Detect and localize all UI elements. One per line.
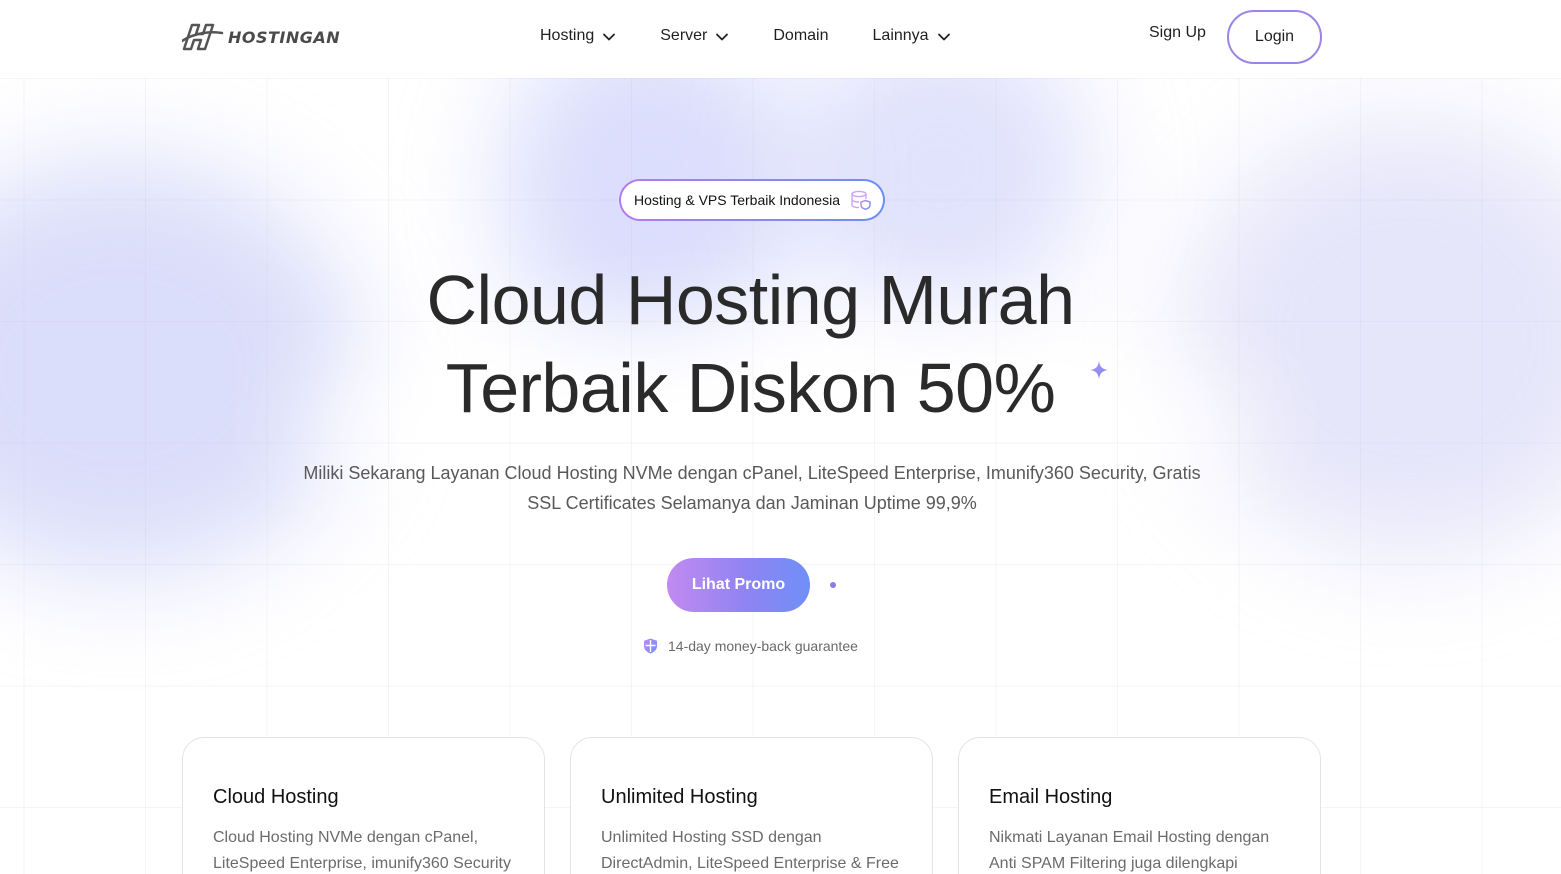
badge-text: Hosting & VPS Terbaik Indonesia xyxy=(634,192,840,208)
nav-item-domain[interactable]: Domain xyxy=(773,27,828,45)
hero-subtitle: Miliki Sekarang Layanan Cloud Hosting NV… xyxy=(303,463,1201,513)
hero-title-line1: Cloud Hosting Murah xyxy=(426,261,1075,339)
main-nav: Hosting Server Domain Lainnya xyxy=(540,0,951,72)
card-description: Unlimited Hosting SSD dengan DirectAdmin… xyxy=(601,829,899,872)
logo-text: HOSTINGAN xyxy=(228,27,341,47)
chevron-down-icon xyxy=(716,33,729,41)
badge-inner: Hosting & VPS Terbaik Indonesia xyxy=(621,181,883,219)
decorative-dot xyxy=(830,582,836,588)
database-shield-icon xyxy=(851,190,871,211)
product-card-cloud-hosting[interactable]: Cloud Hosting Cloud Hosting NVMe dengan … xyxy=(182,737,545,874)
nav-item-lainnya[interactable]: Lainnya xyxy=(873,27,951,45)
chevron-down-icon xyxy=(937,33,950,41)
card-description: Nikmati Layanan Email Hosting dengan Ant… xyxy=(989,829,1270,872)
lihat-promo-button[interactable]: Lihat Promo xyxy=(667,558,810,612)
nav-item-server[interactable]: Server xyxy=(660,27,729,45)
shield-icon xyxy=(644,638,657,654)
hostingan-logo-icon xyxy=(182,23,224,51)
signup-link[interactable]: Sign Up xyxy=(1149,24,1206,42)
card-title: Cloud Hosting xyxy=(213,786,339,808)
site-header: HOSTINGAN Hosting Server Domain Lainnya … xyxy=(0,0,1561,78)
guarantee-text: 14-day money-back guarantee xyxy=(668,638,858,654)
nav-label: Domain xyxy=(773,27,829,44)
nav-label: Hosting xyxy=(540,27,595,44)
card-description: Cloud Hosting NVMe dengan cPanel, LiteSp… xyxy=(213,829,511,872)
money-back-guarantee: 14-day money-back guarantee xyxy=(643,637,858,655)
card-title: Email Hosting xyxy=(989,786,1113,808)
login-button[interactable]: Login xyxy=(1227,10,1322,64)
sparkle-icon xyxy=(1090,361,1108,379)
chevron-down-icon xyxy=(603,33,616,41)
product-card-email-hosting[interactable]: Email Hosting Nikmati Layanan Email Host… xyxy=(958,737,1321,874)
nav-label: Lainnya xyxy=(872,27,929,44)
nav-label: Server xyxy=(660,27,708,44)
card-title: Unlimited Hosting xyxy=(601,786,758,808)
hero-title-line2: Terbaik Diskon 50% xyxy=(445,349,1056,427)
nav-item-hosting[interactable]: Hosting xyxy=(540,27,616,45)
hero-badge: Hosting & VPS Terbaik Indonesia xyxy=(619,179,885,221)
product-card-unlimited-hosting[interactable]: Unlimited Hosting Unlimited Hosting SSD … xyxy=(570,737,933,874)
site-logo[interactable]: HOSTINGAN xyxy=(182,21,340,53)
